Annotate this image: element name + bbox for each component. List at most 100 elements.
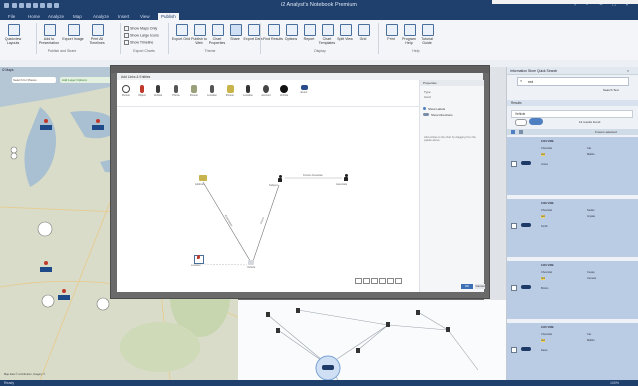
show-timeline-checkbox[interactable]: Show Timeline [124,40,153,45]
chart-properties-icon[interactable] [212,24,224,36]
tab-file[interactable]: File [8,13,15,20]
chart-node[interactable] [296,308,300,313]
arrange-icon[interactable] [387,278,394,284]
palette-item-vehicle[interactable]: Vehicle [153,85,163,97]
publish-web-icon[interactable] [194,24,206,36]
result-type: Sedan [587,209,595,212]
palette-item-phone[interactable]: Phone [171,85,181,97]
select-icon[interactable] [395,278,402,284]
show-labels-option[interactable]: Show Labels [428,107,445,111]
help-book-icon[interactable] [404,24,416,36]
grid-icon[interactable] [358,24,370,36]
toggle-switch[interactable] [423,113,429,116]
export-image-icon[interactable] [68,24,80,36]
dialog-tab[interactable]: Add Links & Entities [121,75,150,79]
palette-item-location-2[interactable]: Location [243,85,253,97]
tutorial-icon[interactable] [422,24,434,36]
report-icon[interactable] [304,24,316,36]
chart-node[interactable] [386,322,390,327]
toggle-on[interactable] [529,118,543,125]
chart-node[interactable] [356,348,360,353]
show-large-icons-checkbox[interactable]: Show Large Icons [124,33,159,38]
chart-node[interactable] [416,310,420,315]
link-chart-canvas[interactable] [238,300,506,380]
palette-item-person[interactable]: Person [121,85,131,97]
vehicle-icon[interactable] [322,365,334,370]
tab-insert[interactable]: Insert [118,13,129,20]
zoom-control[interactable] [10,152,18,160]
result-item[interactable]: 1240 VWB Chevrolet red Coupe Camaro Brow… [507,261,638,319]
tab-map[interactable]: Map [73,13,82,20]
cancel-button[interactable]: Cancel [475,284,485,289]
result-item[interactable]: 1245 VWB Chevrolet red Car Malibu Davis [507,323,638,380]
options-icon[interactable] [286,24,298,36]
print-timelines-button[interactable]: Print All Timelines [86,37,108,45]
share-icon[interactable] [230,24,242,36]
export-image-button[interactable]: Export Image [62,37,84,41]
forest-area [120,322,200,372]
link-chart[interactable] [238,300,506,380]
tutorial-button[interactable]: Tutorial Guide [416,37,438,45]
zoom-control[interactable] [10,146,18,154]
cluster-marker[interactable] [41,294,55,308]
result-model: Malibu [587,339,595,342]
result-checkbox[interactable] [511,285,517,291]
search-input[interactable]: ⌕ red [517,77,629,86]
node-label: Location [191,264,201,267]
person-node[interactable] [278,175,282,182]
show-directions-option[interactable]: Show Directions [431,113,453,117]
chart-node[interactable] [446,327,450,332]
location-node[interactable] [194,255,204,264]
add-presentation-button[interactable]: Add to Presentation [38,37,60,45]
tab-publish[interactable]: Publish [158,13,179,20]
chart-node[interactable] [266,312,270,317]
split-view-icon[interactable] [340,24,352,36]
tab-home[interactable]: Home [28,13,40,20]
quickview-icon[interactable] [8,24,20,36]
radio-button[interactable] [423,107,426,110]
tab-view[interactable]: View [140,13,150,20]
chart-node[interactable] [276,328,280,333]
export-data-icon[interactable] [248,24,260,36]
view-list-icon[interactable] [511,130,515,134]
building-node[interactable] [199,175,207,181]
print-timelines-icon[interactable] [92,24,104,36]
link-lines [267,309,479,380]
tab-analyze[interactable]: Analyze [48,13,64,20]
vehicle-node[interactable] [248,260,254,265]
print-icon[interactable] [386,24,398,36]
presentation-icon[interactable] [44,24,56,36]
palette-item-event[interactable]: Event [299,85,309,94]
filter-dropdown[interactable]: Vehicle [511,110,633,118]
fit-icon[interactable] [371,278,378,284]
palette-item-object[interactable]: Object [137,85,147,97]
palette-item-location[interactable]: Location [207,85,217,97]
palette-item-person-3[interactable]: Person [225,85,235,97]
show-maps-checkbox[interactable]: Show Maps Only [124,26,157,31]
layout-icon[interactable] [379,278,386,284]
result-checkbox[interactable] [511,223,517,229]
result-checkbox[interactable] [511,161,517,167]
zoom-in-icon[interactable] [355,278,362,284]
chart-canvas[interactable]: Address Subject Associate Vehicle Locati… [117,107,419,292]
cluster-marker[interactable] [37,221,53,237]
ok-button[interactable]: OK [461,284,473,289]
result-item[interactable]: 1234 VWB Chevrolet red Car Malibu Jones [507,137,638,195]
zoom-out-icon[interactable] [363,278,370,284]
palette-item-person-2[interactable]: Person [189,85,199,97]
find-results-icon[interactable] [268,24,280,36]
view-grid-icon[interactable] [519,130,523,134]
grid-button[interactable]: Grid [352,37,374,41]
chart-templates-icon[interactable] [322,24,334,36]
cluster-marker[interactable] [96,297,110,311]
quickview-button[interactable]: Quickview Layouts [2,37,24,45]
panel-close-icon[interactable]: × [627,68,629,73]
result-item[interactable]: 1239 VWB Chevrolet red Sedan Impala Smit… [507,199,638,257]
toggle-off[interactable] [515,119,527,126]
export-grid-icon[interactable] [176,24,188,36]
palette-item-account[interactable]: Account [261,85,271,97]
result-checkbox[interactable] [511,347,517,353]
tab-analyze-2[interactable]: Analyze [93,13,109,20]
palette-item-vehicle-2[interactable]: Vehicle [279,85,289,97]
person-node[interactable] [344,174,348,181]
